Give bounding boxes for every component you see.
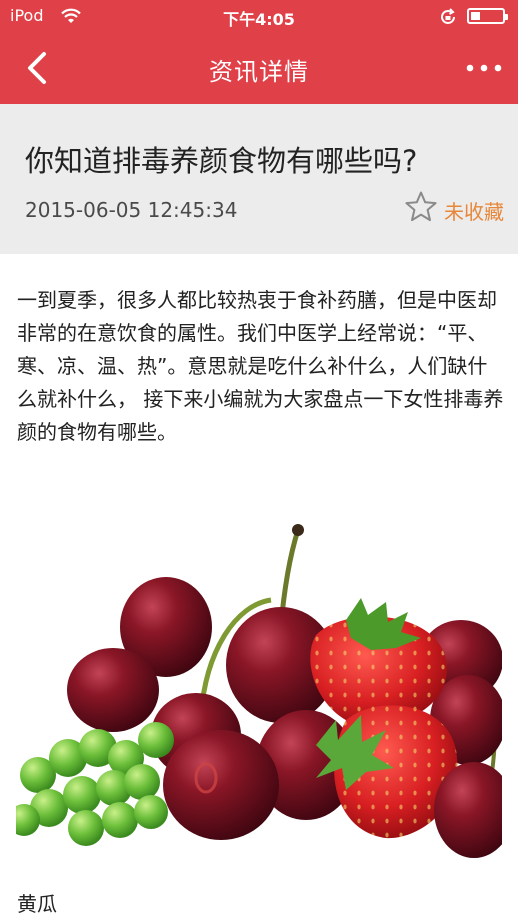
article-title: 你知道排毒养颜食物有哪些吗? — [25, 144, 418, 178]
battery-nub — [505, 14, 508, 20]
fruit-photo — [16, 520, 502, 860]
page-title: 资讯详情 — [209, 58, 309, 86]
rotation-lock-icon — [441, 8, 455, 24]
favorite-label: 未收藏 — [444, 200, 504, 224]
battery-level — [471, 12, 480, 20]
battery-icon — [467, 8, 508, 24]
top-bar: iPod 下午4:05 资讯详情 — [0, 0, 518, 104]
section-heading: 黄瓜 — [17, 892, 57, 916]
article-header: 你知道排毒养颜食物有哪些吗? 2015-06-05 12:45:34 未收藏 — [0, 104, 518, 254]
more-dots-icon[interactable] — [464, 58, 504, 78]
article-paragraph: 一到夏季，很多人都比较热衷于食补药膳，但是中医却非常的在意饮食的属性。我们中医学… — [17, 288, 504, 444]
navigation-bar: 资讯详情 — [0, 34, 518, 104]
star-icon — [405, 191, 437, 222]
status-bar: iPod 下午4:05 — [0, 0, 518, 34]
article-date: 2015-06-05 12:45:34 — [25, 198, 238, 222]
